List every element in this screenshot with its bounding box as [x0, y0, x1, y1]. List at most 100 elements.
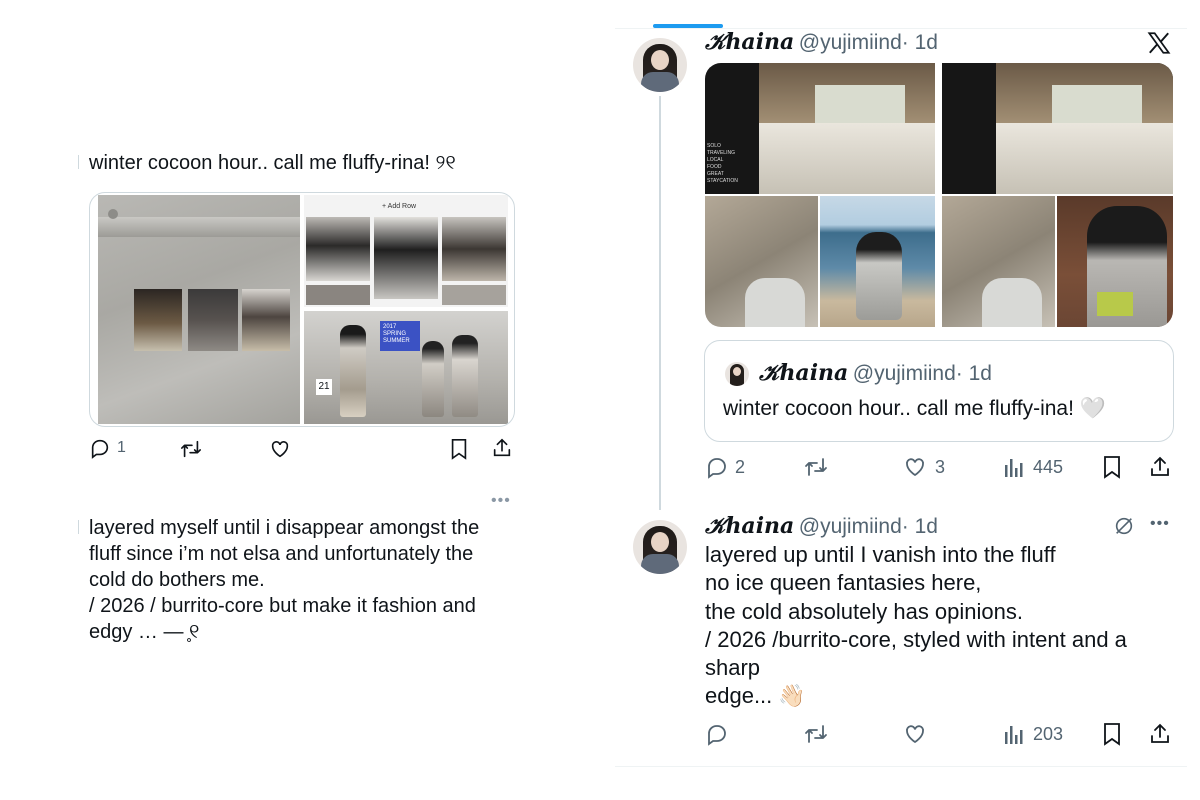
bookmark-icon	[1104, 456, 1120, 479]
board-sign: 2017 SPRING SUMMER	[380, 321, 420, 351]
reply-count: 1	[117, 439, 126, 456]
label-food: LOCAL FOOD	[707, 157, 724, 170]
grid-portrait	[1057, 196, 1173, 327]
heart-icon	[906, 458, 924, 477]
street-person-2	[422, 341, 444, 417]
retweet-button[interactable]	[179, 438, 203, 460]
grid-beach	[820, 196, 935, 327]
ui-grid-panel: + Add Row	[304, 195, 508, 307]
grid-photo-5	[442, 285, 506, 305]
room-window-light	[1052, 85, 1142, 125]
reply-button[interactable]: 1	[89, 437, 126, 459]
grid-magazine-1: SOLO TRAVELING LOCAL FOOD GREAT STAYCATI…	[705, 63, 935, 194]
views-chart-icon	[1005, 726, 1023, 744]
reply-icon	[91, 439, 109, 459]
bottom-divider	[615, 766, 1187, 767]
thread-edge	[78, 155, 79, 169]
views-button[interactable]: 445	[1003, 455, 1063, 479]
bookmark-icon	[451, 439, 467, 460]
post-header: 𝒦haina @yujimiind· 1d	[705, 513, 938, 539]
share-button[interactable]	[491, 437, 513, 459]
quote-header: 𝒦haina @yujimiind· 1d	[759, 360, 992, 386]
room-table	[759, 123, 935, 194]
add-row-label: + Add Row	[382, 203, 417, 210]
label-solo: SOLO TRAVELING	[707, 143, 735, 156]
avatar[interactable]	[633, 520, 687, 574]
bookmark-icon	[1104, 723, 1120, 746]
media-grid[interactable]: SOLO TRAVELING LOCAL FOOD GREAT STAYCATI…	[705, 63, 1173, 327]
avatar-body	[641, 72, 679, 92]
like-button[interactable]	[903, 722, 927, 746]
grid-photo-2	[374, 217, 438, 299]
more-options-icon[interactable]: •••	[1150, 515, 1170, 533]
grid-magazine-2	[942, 63, 1173, 194]
concrete-wall-panel	[98, 195, 300, 424]
views-button[interactable]: 203	[1003, 722, 1063, 746]
street-person-1	[340, 325, 366, 417]
heart-icon	[271, 441, 289, 458]
left-tweet-1-text: winter cocoon hour.. call me fluffy-rina…	[89, 152, 456, 174]
like-count: 3	[935, 456, 946, 477]
share-button[interactable]	[1148, 722, 1172, 746]
quote-author-name: 𝒦haina	[759, 360, 849, 386]
quote-text: winter cocoon hour.. call me fluffy-ina!…	[723, 397, 1106, 420]
share-icon	[493, 438, 511, 457]
share-button[interactable]	[1148, 455, 1172, 479]
quote-handle: @yujimiind	[852, 362, 956, 385]
reply-icon	[708, 458, 726, 479]
beach-person	[856, 232, 902, 320]
post-time[interactable]: · 1d	[902, 31, 938, 54]
more-options-icon[interactable]: •••	[491, 492, 511, 510]
author-name[interactable]: 𝒦haina	[705, 513, 794, 539]
share-icon	[1151, 456, 1169, 476]
grid-sand-2	[942, 196, 1055, 327]
like-button[interactable]: 3	[903, 455, 945, 479]
grok-icon[interactable]	[1113, 515, 1135, 537]
sand-knit	[982, 278, 1042, 327]
wall-ledge	[98, 217, 300, 237]
tab-indicator	[653, 24, 723, 28]
avatar-face	[733, 367, 741, 376]
label-staycation: GREAT STAYCATION	[707, 171, 738, 184]
author-handle[interactable]: @yujimiind	[799, 515, 902, 538]
reply-button[interactable]	[705, 722, 729, 746]
author-name[interactable]: 𝒦haina	[705, 29, 794, 55]
room-window-light	[815, 85, 905, 125]
street-board-panel: 2017 SPRING SUMMER 21	[304, 311, 508, 424]
grid-photo-1	[306, 217, 370, 281]
bookmark-button[interactable]	[1102, 455, 1122, 479]
avatar[interactable]	[633, 38, 687, 92]
wall-photo-1	[134, 289, 182, 351]
wall-photo-2	[188, 289, 238, 351]
avatar-face	[651, 50, 669, 70]
thread-edge	[78, 520, 79, 534]
bookmark-button[interactable]	[449, 438, 469, 460]
thread-line	[659, 96, 661, 510]
avatar-face	[651, 532, 669, 552]
post-header: 𝒦haina @yujimiind· 1d	[705, 29, 938, 55]
reply-icon	[708, 725, 726, 746]
grid-photo-3	[442, 217, 506, 281]
grid-sand-1	[705, 196, 818, 327]
quote-avatar	[725, 362, 749, 386]
retweet-button[interactable]	[803, 722, 829, 746]
quote-tweet-card[interactable]: 𝒦haina @yujimiind· 1d winter cocoon hour…	[704, 340, 1174, 442]
street-person-3	[452, 335, 478, 417]
left-collage-image[interactable]: + Add Row 2017 SPRING SUMMER 21	[89, 192, 515, 427]
post-time[interactable]: · 1d	[902, 515, 938, 538]
views-count: 203	[1033, 723, 1064, 744]
x-logo-icon[interactable]	[1146, 30, 1172, 56]
reply-count: 2	[735, 456, 746, 477]
reply-button[interactable]: 2	[705, 455, 745, 479]
avatar-body	[641, 554, 679, 574]
bookmark-button[interactable]	[1102, 722, 1122, 746]
portrait-book	[1097, 292, 1133, 316]
room-table	[996, 123, 1173, 194]
retweet-button[interactable]	[803, 455, 829, 479]
author-handle[interactable]: @yujimiind	[799, 31, 902, 54]
left-tweet-2-text: layered myself until i disappear amongst…	[89, 517, 480, 643]
like-button[interactable]	[269, 438, 291, 460]
quote-time: · 1d	[955, 362, 992, 385]
board-number: 21	[316, 379, 332, 395]
magazine-labels: SOLO TRAVELING LOCAL FOOD GREAT STAYCATI…	[707, 143, 738, 185]
